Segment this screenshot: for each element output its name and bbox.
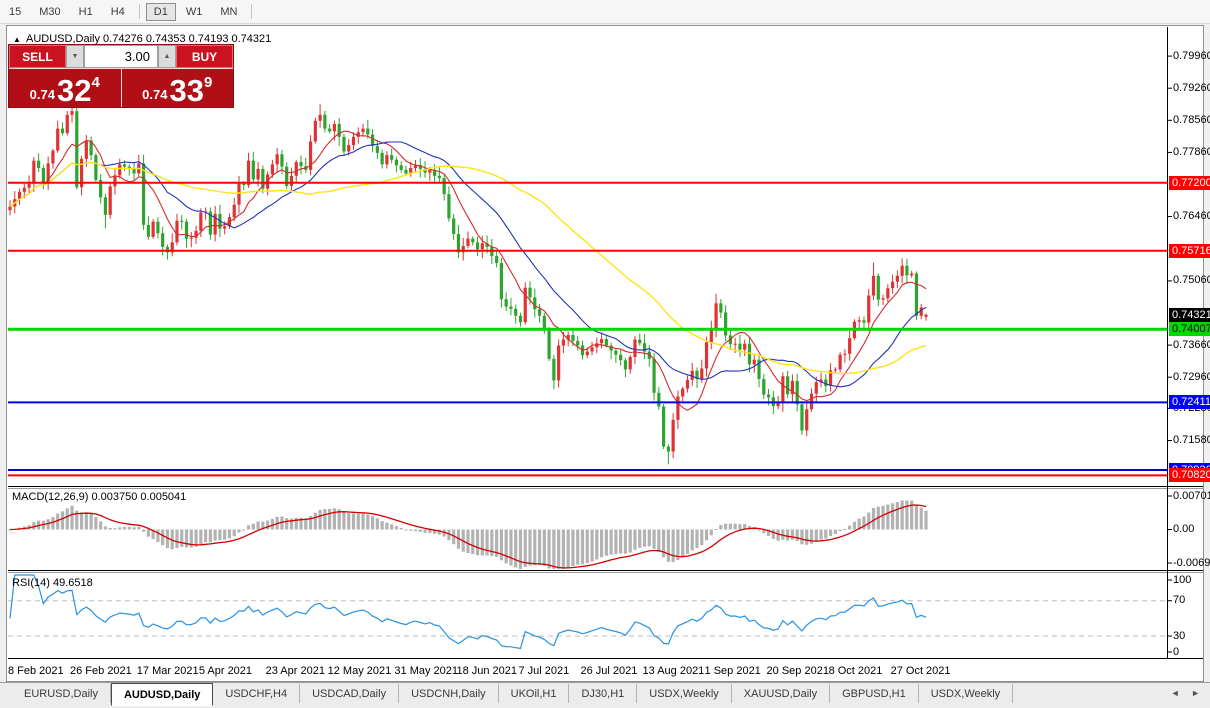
macd-label: MACD(12,26,9) 0.003750 0.005041 bbox=[12, 491, 187, 503]
date-axis-label: 7 Jul 2021 bbox=[518, 665, 570, 677]
one-click-trade-panel: SELL ▼ 3.00 ▲ BUY 0.74 32 4 0.74 33 9 bbox=[9, 45, 233, 107]
chart-tab-dj30-h1[interactable]: DJ30,H1 bbox=[569, 684, 638, 703]
date-axis-label: 20 Sep 2021 bbox=[766, 665, 829, 677]
price-tag-0.74321: 0.74321 bbox=[1169, 307, 1210, 322]
date-axis-label: 8 Feb 2021 bbox=[8, 665, 64, 677]
timeframe-button-h1[interactable]: H1 bbox=[71, 3, 101, 21]
chart-tab-eurusd-daily[interactable]: EURUSD,Daily bbox=[12, 684, 111, 703]
chart-tab-usdx-weekly[interactable]: USDX,Weekly bbox=[637, 684, 732, 703]
chart-tab-audusd-daily[interactable]: AUDUSD,Daily bbox=[110, 683, 214, 706]
date-axis-label: 5 Apr 2021 bbox=[198, 665, 253, 677]
sell-price-big: 32 bbox=[56, 73, 92, 108]
date-axis-label: 23 Apr 2021 bbox=[265, 665, 325, 677]
sell-price[interactable]: 0.74 32 4 bbox=[9, 69, 122, 107]
macd-axis-label: -0.006923 bbox=[1173, 556, 1210, 569]
chart-tab-gbpusd-h1[interactable]: GBPUSD,H1 bbox=[830, 684, 919, 703]
rsi-axis-label: 70 bbox=[1173, 594, 1186, 607]
date-axis-label: 31 May 2021 bbox=[394, 665, 459, 677]
price-tick-label: 0.79960 bbox=[1173, 49, 1210, 62]
date-axis-label: 27 Oct 2021 bbox=[890, 665, 951, 677]
chart-tabbar: EURUSD,Daily AUDUSD,Daily USDCHF,H4 USDCAD,… bbox=[0, 682, 1210, 708]
macd-axis-label: 0.00 bbox=[1173, 523, 1195, 535]
mt4-window: 15 M30 H1 H4 D1 W1 MN ▲ AUDUSD,Daily 0.74276 0… bbox=[0, 0, 1210, 708]
volume-input[interactable]: 3.00 bbox=[84, 45, 158, 68]
buy-button[interactable]: BUY bbox=[176, 45, 233, 68]
price-tick-label: 0.73660 bbox=[1173, 338, 1210, 351]
chart-tab-usdchf-h4[interactable]: USDCHF,H4 bbox=[213, 684, 301, 703]
chart-tab-usdcad-daily[interactable]: USDCAD,Daily bbox=[300, 684, 400, 703]
price-tag-0.75716: 0.75716 bbox=[1169, 243, 1210, 258]
sell-price-sup: 4 bbox=[91, 74, 100, 91]
price-tick-label: 0.78560 bbox=[1173, 113, 1210, 126]
buy-price-big: 33 bbox=[169, 73, 204, 108]
price-tag-0.77200: 0.77200 bbox=[1169, 175, 1210, 190]
price-tag-0.74007: 0.74007 bbox=[1169, 322, 1210, 337]
rsi-label: RSI(14) 49.6518 bbox=[12, 577, 93, 589]
chart-symbol: AUDUSD,Daily bbox=[26, 33, 100, 45]
price-tick-label: 0.75060 bbox=[1173, 274, 1210, 287]
price-tick-label: 0.71580 bbox=[1173, 434, 1210, 446]
toolbar-separator bbox=[138, 4, 140, 19]
price-tick-label: 0.76460 bbox=[1173, 210, 1210, 223]
chevron-up-icon: ▲ bbox=[163, 53, 171, 60]
rsi-axis-label: 100 bbox=[1173, 573, 1192, 586]
buy-price[interactable]: 0.74 33 9 bbox=[122, 69, 234, 107]
timeframe-button-d1[interactable]: D1 bbox=[145, 2, 176, 21]
date-axis-label: 17 Mar 2021 bbox=[136, 665, 199, 677]
date-axis-label: 26 Jul 2021 bbox=[580, 665, 638, 677]
chart-tab-usdcnh-daily[interactable]: USDCNH,Daily bbox=[399, 684, 499, 703]
date-axis-label: 1 Sep 2021 bbox=[704, 665, 761, 677]
buy-price-sup: 9 bbox=[203, 74, 213, 91]
date-axis-label: 26 Feb 2021 bbox=[70, 665, 132, 677]
price-tick-label: 0.79260 bbox=[1173, 81, 1210, 94]
date-axis-label: 18 Jun 2021 bbox=[456, 665, 518, 677]
timeframe-button-15[interactable]: 15 bbox=[1, 3, 29, 21]
trade-controls-row: SELL ▼ 3.00 ▲ BUY bbox=[9, 45, 233, 69]
chart-tab-usdx-weekly[interactable]: USDX,Weekly bbox=[919, 684, 1014, 703]
chart-tab-ukoil-h1[interactable]: UKOil,H1 bbox=[499, 684, 570, 703]
tab-scroll-buttons: ◄ ► bbox=[1162, 688, 1200, 698]
trade-prices-row: 0.74 32 4 0.74 33 9 bbox=[9, 69, 233, 107]
price-tag-0.70820: 0.70820 bbox=[1169, 468, 1210, 483]
rsi-axis-label: 30 bbox=[1173, 629, 1186, 642]
timeframe-button-w1[interactable]: W1 bbox=[178, 3, 211, 21]
toolbar-separator bbox=[251, 4, 253, 19]
volume-decrease-button[interactable]: ▼ bbox=[66, 45, 84, 68]
price-tick-label: 0.77860 bbox=[1173, 145, 1210, 158]
rsi-axis-label: 0 bbox=[1173, 645, 1180, 658]
tab-scroll-right-icon[interactable]: ► bbox=[1191, 688, 1200, 698]
macd-axis-label: 0.007015 bbox=[1173, 489, 1210, 502]
chevron-down-icon: ▼ bbox=[71, 53, 79, 60]
timeframe-button-h4[interactable]: H4 bbox=[103, 3, 133, 21]
tab-scroll-left-icon[interactable]: ◄ bbox=[1171, 688, 1180, 698]
timeframe-button-mn[interactable]: MN bbox=[212, 3, 245, 21]
timeframe-toolbar: 15 M30 H1 H4 D1 W1 MN bbox=[0, 0, 1210, 24]
chart-title: AUDUSD,Daily 0.74276 0.74353 0.74193 0.7… bbox=[26, 33, 271, 45]
sell-price-prefix: 0.74 bbox=[29, 87, 55, 102]
chart-ohlc-values: 0.74276 0.74353 0.74193 0.74321 bbox=[103, 33, 272, 45]
chart-tab-xauusd-daily[interactable]: XAUUSD,Daily bbox=[732, 684, 831, 703]
sell-button[interactable]: SELL bbox=[9, 45, 66, 68]
date-axis-label: 13 Aug 2021 bbox=[642, 665, 705, 677]
date-axis-label: 8 Oct 2021 bbox=[828, 665, 883, 677]
collapse-arrow-icon[interactable]: ▲ bbox=[13, 35, 21, 44]
price-tick-label: 0.72960 bbox=[1173, 370, 1210, 383]
date-axis-label: 12 May 2021 bbox=[327, 665, 392, 677]
buy-price-prefix: 0.74 bbox=[142, 87, 168, 102]
volume-increase-button[interactable]: ▲ bbox=[158, 45, 176, 68]
timeframe-button-m30[interactable]: M30 bbox=[31, 3, 68, 21]
price-tag-0.72411: 0.72411 bbox=[1169, 395, 1210, 410]
